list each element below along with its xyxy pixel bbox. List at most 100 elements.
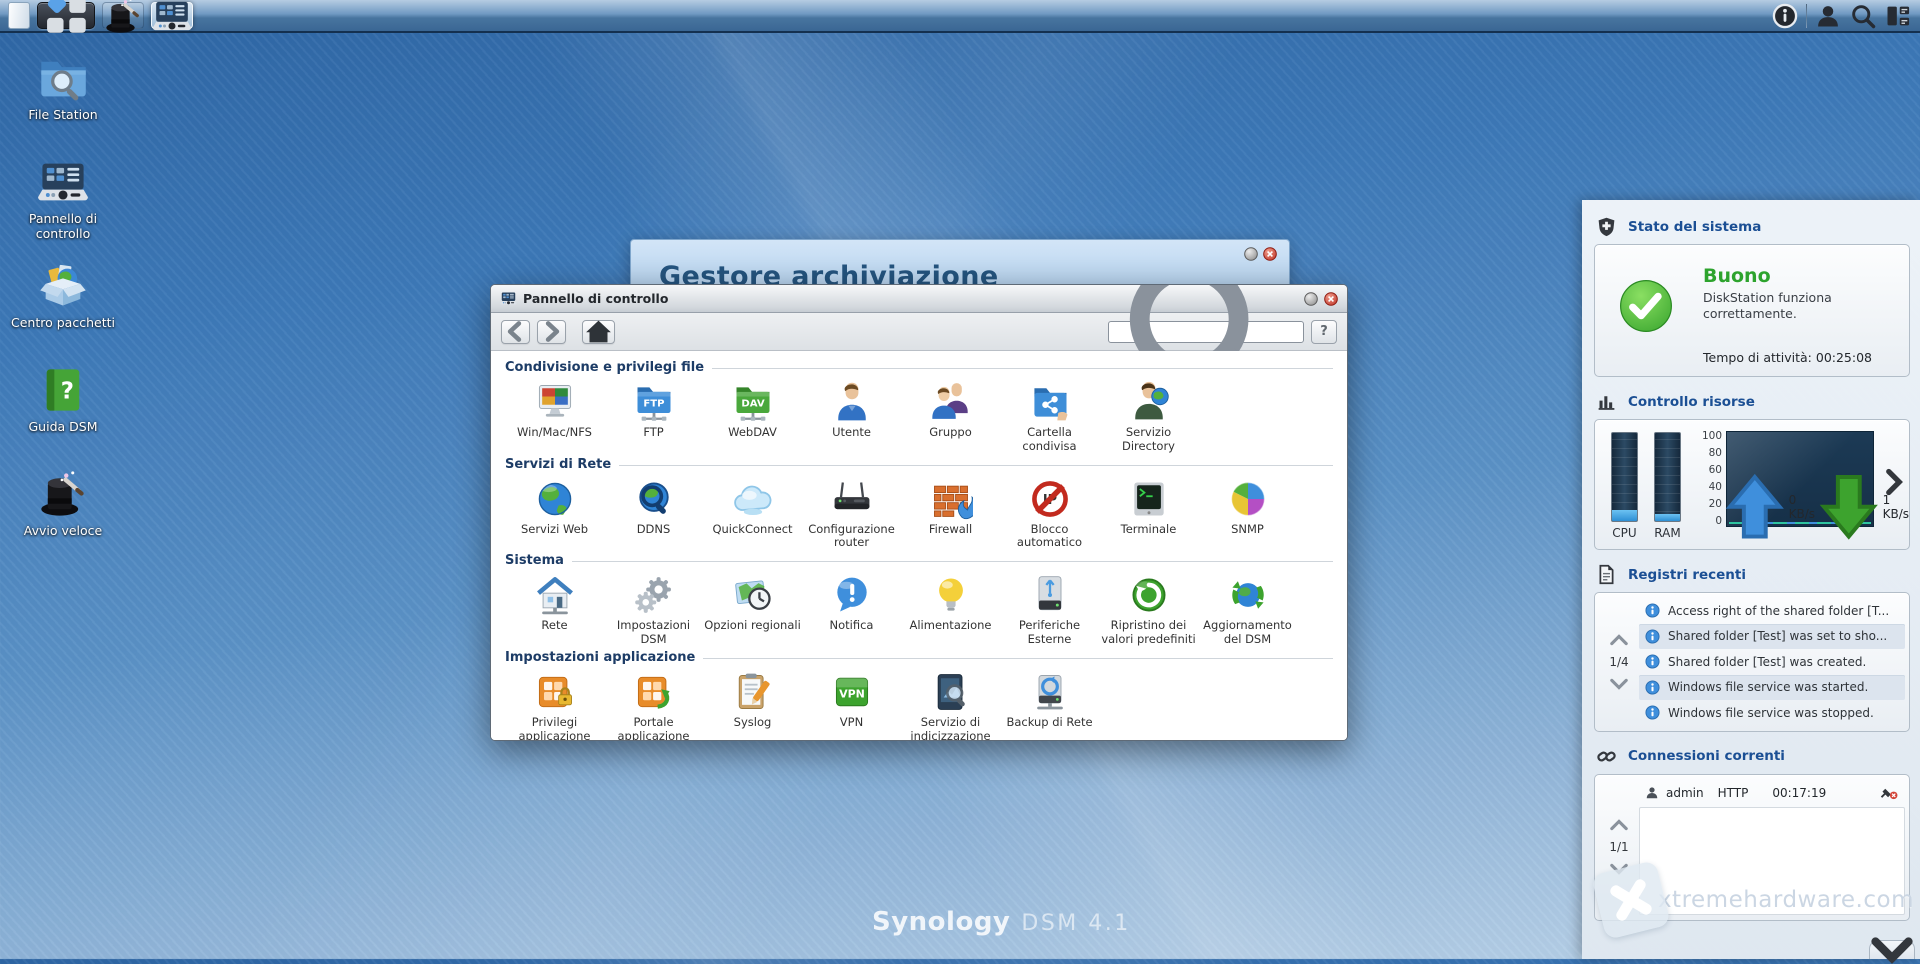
help-button[interactable]: ?: [1311, 320, 1337, 344]
user-menu-button[interactable]: [1814, 2, 1842, 29]
desktop-icon-package-center[interactable]: Centro pacchetti: [10, 260, 116, 364]
close-button[interactable]: [1324, 292, 1338, 306]
status-value: Buono: [1703, 265, 1899, 287]
page-up-button[interactable]: [1609, 634, 1629, 646]
home-button[interactable]: [582, 320, 615, 344]
widget-title: Connessioni correnti: [1628, 748, 1785, 764]
forward-button[interactable]: [537, 320, 566, 344]
router-config-icon: [830, 477, 874, 521]
network-backup-icon: [1028, 670, 1072, 714]
log-row[interactable]: Access right of the shared folder [T...: [1639, 598, 1905, 624]
cp-item-restore-defaults[interactable]: Ripristino dei valori predefiniti: [1099, 571, 1198, 647]
log-row[interactable]: Shared folder [Test] was created.: [1639, 649, 1905, 675]
cp-item-terminal[interactable]: Terminale: [1099, 475, 1198, 551]
search-icon: [1849, 2, 1877, 30]
axis-tick: 100: [1702, 431, 1722, 442]
uptime: Tempo di attività: 00:25:08: [1703, 350, 1872, 365]
gauge-label: RAM: [1654, 526, 1680, 540]
cp-item-shared-folder[interactable]: Cartella condivisa: [1000, 378, 1099, 454]
package-center-icon: [37, 260, 89, 312]
cp-item-auto-block[interactable]: IP Blocco automatico: [1000, 475, 1099, 551]
connection-row[interactable]: admin HTTP 00:17:19: [1639, 780, 1905, 806]
log-pager: 1/4: [1599, 598, 1639, 726]
cp-item-win-mac-nfs[interactable]: Win/Mac/NFS: [505, 378, 604, 454]
cp-item-web-services[interactable]: Servizi Web: [505, 475, 604, 551]
desktop-icon-control-panel[interactable]: Pannello di controllo: [10, 156, 116, 260]
search-button[interactable]: [1849, 2, 1877, 29]
disconnect-icon[interactable]: [1879, 785, 1899, 800]
info-icon: [1645, 680, 1660, 695]
cp-item-webdav[interactable]: DAV WebDAV: [703, 378, 802, 454]
page-up-button[interactable]: [1609, 819, 1629, 831]
cp-item-ddns[interactable]: DDNS: [604, 475, 703, 551]
cp-item-network-backup[interactable]: Backup di Rete: [1000, 668, 1099, 740]
cp-item-app-portal[interactable]: Portale applicazione: [604, 668, 703, 740]
search-box[interactable]: [1108, 321, 1304, 343]
expand-resource-monitor-button[interactable]: [1884, 468, 1904, 496]
cp-item-quickconnect[interactable]: QuickConnect: [703, 475, 802, 551]
close-button[interactable]: [1263, 247, 1277, 261]
info-icon: [1645, 629, 1660, 644]
cp-section: Servizi di Rete Servizi Web DDNS QuickCo…: [491, 454, 1347, 551]
desktop-icon-label: Centro pacchetti: [11, 316, 115, 331]
cp-item-ftp[interactable]: FTP FTP: [604, 378, 703, 454]
taskbar-app-quick-launch[interactable]: [102, 2, 144, 29]
cp-item-media-indexing[interactable]: Servizio di indicizzazione multimediale: [901, 668, 1000, 740]
widgets-toggle-button[interactable]: [1884, 2, 1912, 29]
cp-item-notification[interactable]: Notifica: [802, 571, 901, 647]
traffic-readout: 0 KB/s 1 KB/s: [1725, 472, 1909, 542]
axis-tick: 20: [1709, 499, 1722, 510]
desktop-icon-magic-hat[interactable]: Avvio veloce: [10, 468, 116, 572]
desktop-icon-label: Avvio veloce: [24, 524, 102, 539]
cp-item-label: FTP: [643, 426, 663, 440]
desktop-icon-dsm-help[interactable]: ? Guida DSM: [10, 364, 116, 468]
cp-item-router-config[interactable]: Configurazione router: [802, 475, 901, 551]
taskbar-app-control-panel[interactable]: [151, 2, 193, 29]
info-button[interactable]: [1771, 2, 1799, 29]
gauge-bar: [1654, 432, 1681, 522]
page-down-button[interactable]: [1609, 678, 1629, 690]
cp-item-group[interactable]: Gruppo: [901, 378, 1000, 454]
watermark: xtremehardware.com: [1598, 867, 1914, 933]
firewall-icon: [929, 477, 973, 521]
network-icon: [533, 573, 577, 617]
taskbar-separator: [1806, 4, 1807, 28]
terminal-icon: [1127, 477, 1171, 521]
search-input[interactable]: [1293, 324, 1297, 340]
cp-item-power[interactable]: Alimentazione: [901, 571, 1000, 647]
widget-system-status: Stato del sistema Buono DiskStation funz…: [1594, 216, 1910, 377]
minimize-button[interactable]: [1244, 247, 1258, 261]
section-header: Sistema: [505, 550, 1333, 571]
cp-item-external-devices[interactable]: Periferiche Esterne: [1000, 571, 1099, 647]
cp-item-user[interactable]: Utente: [802, 378, 901, 454]
cp-item-dsm-update[interactable]: Aggiornamento del DSM: [1198, 571, 1297, 647]
cp-item-vpn[interactable]: VPN VPN: [802, 668, 901, 740]
log-row[interactable]: Windows file service was started.: [1639, 675, 1905, 701]
control-panel-icon: [500, 290, 517, 307]
cp-item-network[interactable]: Rete: [505, 571, 604, 647]
log-row[interactable]: Windows file service was stopped.: [1639, 700, 1905, 726]
cp-item-app-privileges[interactable]: Privilegi applicazione: [505, 668, 604, 740]
back-button[interactable]: [501, 320, 530, 344]
log-text: Windows file service was started.: [1668, 680, 1868, 694]
cp-item-regional-options[interactable]: Opzioni regionali: [703, 571, 802, 647]
webdav-icon: DAV: [731, 380, 775, 424]
cp-item-label: Terminale: [1121, 523, 1177, 537]
main-menu-button[interactable]: [37, 2, 95, 29]
cp-item-label: Gruppo: [929, 426, 972, 440]
desktop-icon-file-station[interactable]: File Station: [10, 52, 116, 156]
minimize-button[interactable]: [1304, 292, 1318, 306]
cp-item-dsm-settings[interactable]: Impostazioni DSM: [604, 571, 703, 647]
section-title: Sistema: [505, 553, 564, 568]
cp-item-snmp[interactable]: SNMP: [1198, 475, 1297, 551]
section-title: Condivisione e privilegi file: [505, 360, 704, 375]
ddns-icon: [632, 477, 676, 521]
widget-title: Stato del sistema: [1628, 219, 1761, 235]
collapse-widget-panel-button[interactable]: [1869, 940, 1915, 959]
section-divider: [572, 561, 1333, 562]
show-desktop-tab[interactable]: [8, 2, 30, 29]
cp-item-directory-service[interactable]: Servizio Directory: [1099, 378, 1198, 454]
log-row[interactable]: Shared folder [Test] was set to sho...: [1639, 624, 1905, 650]
cp-item-syslog[interactable]: Syslog: [703, 668, 802, 740]
cp-item-firewall[interactable]: Firewall: [901, 475, 1000, 551]
